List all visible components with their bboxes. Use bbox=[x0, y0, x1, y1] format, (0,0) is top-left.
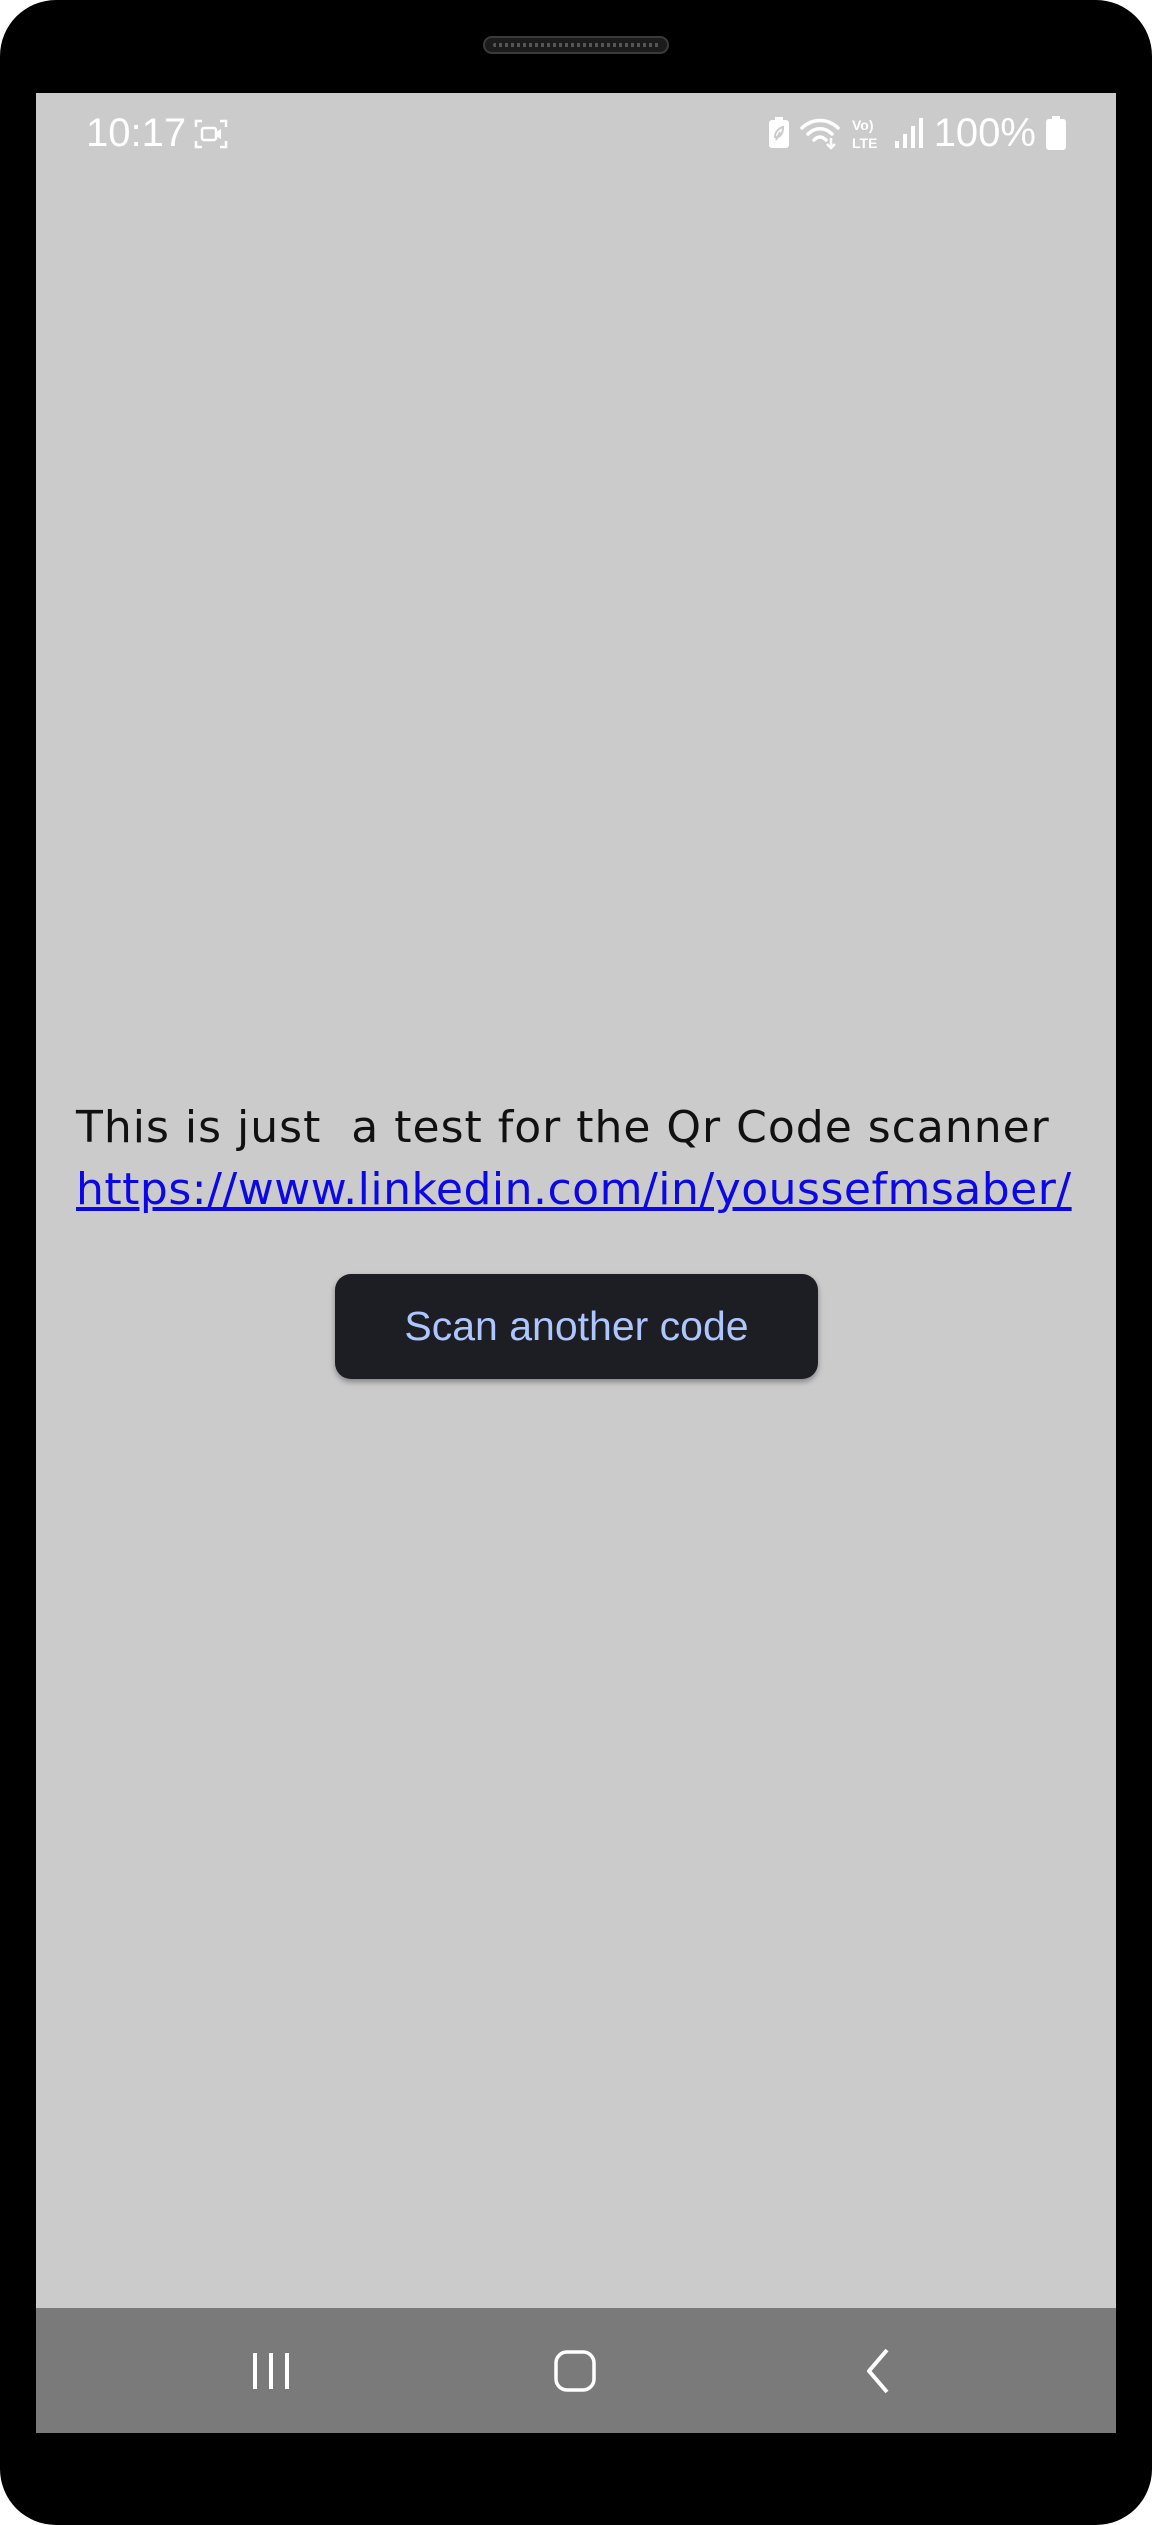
scan-result: This is just a test for the Qr Code scan… bbox=[76, 1097, 1086, 1221]
back-icon bbox=[867, 2348, 889, 2394]
earpiece-speaker bbox=[483, 36, 669, 54]
back-button[interactable] bbox=[844, 2338, 914, 2404]
status-clock: 10:17 bbox=[86, 111, 187, 155]
home-button[interactable] bbox=[540, 2338, 610, 2404]
home-icon bbox=[554, 2350, 596, 2392]
screen-record-icon bbox=[194, 119, 228, 149]
svg-text:Vo): Vo) bbox=[852, 117, 874, 133]
status-bar: 10:17 Vo) LTE 100% bbox=[36, 93, 1116, 189]
volte-icon: Vo) LTE bbox=[852, 117, 877, 151]
status-icons: Vo) LTE 100% bbox=[768, 111, 1066, 155]
navigation-bar bbox=[36, 2308, 1116, 2433]
battery-percentage: 100% bbox=[933, 111, 1036, 155]
lte-label: LTE bbox=[852, 135, 877, 151]
wifi-icon bbox=[799, 118, 840, 150]
battery-saver-icon bbox=[768, 117, 789, 148]
scan-result-link[interactable]: https://www.linkedin.com/in/youssefmsabe… bbox=[76, 1159, 1086, 1221]
device-frame: 10:17 Vo) LTE 100% This is just a test f… bbox=[0, 0, 1152, 2525]
app-screen: 10:17 Vo) LTE 100% This is just a test f… bbox=[36, 93, 1116, 2433]
scan-result-text: This is just a test for the Qr Code scan… bbox=[76, 1102, 1050, 1153]
scan-another-code-button[interactable]: Scan another code bbox=[335, 1274, 818, 1379]
signal-strength-icon bbox=[894, 118, 923, 148]
recent-apps-button[interactable] bbox=[236, 2338, 306, 2404]
recent-apps-icon bbox=[253, 2353, 289, 2389]
battery-icon bbox=[1046, 116, 1066, 150]
